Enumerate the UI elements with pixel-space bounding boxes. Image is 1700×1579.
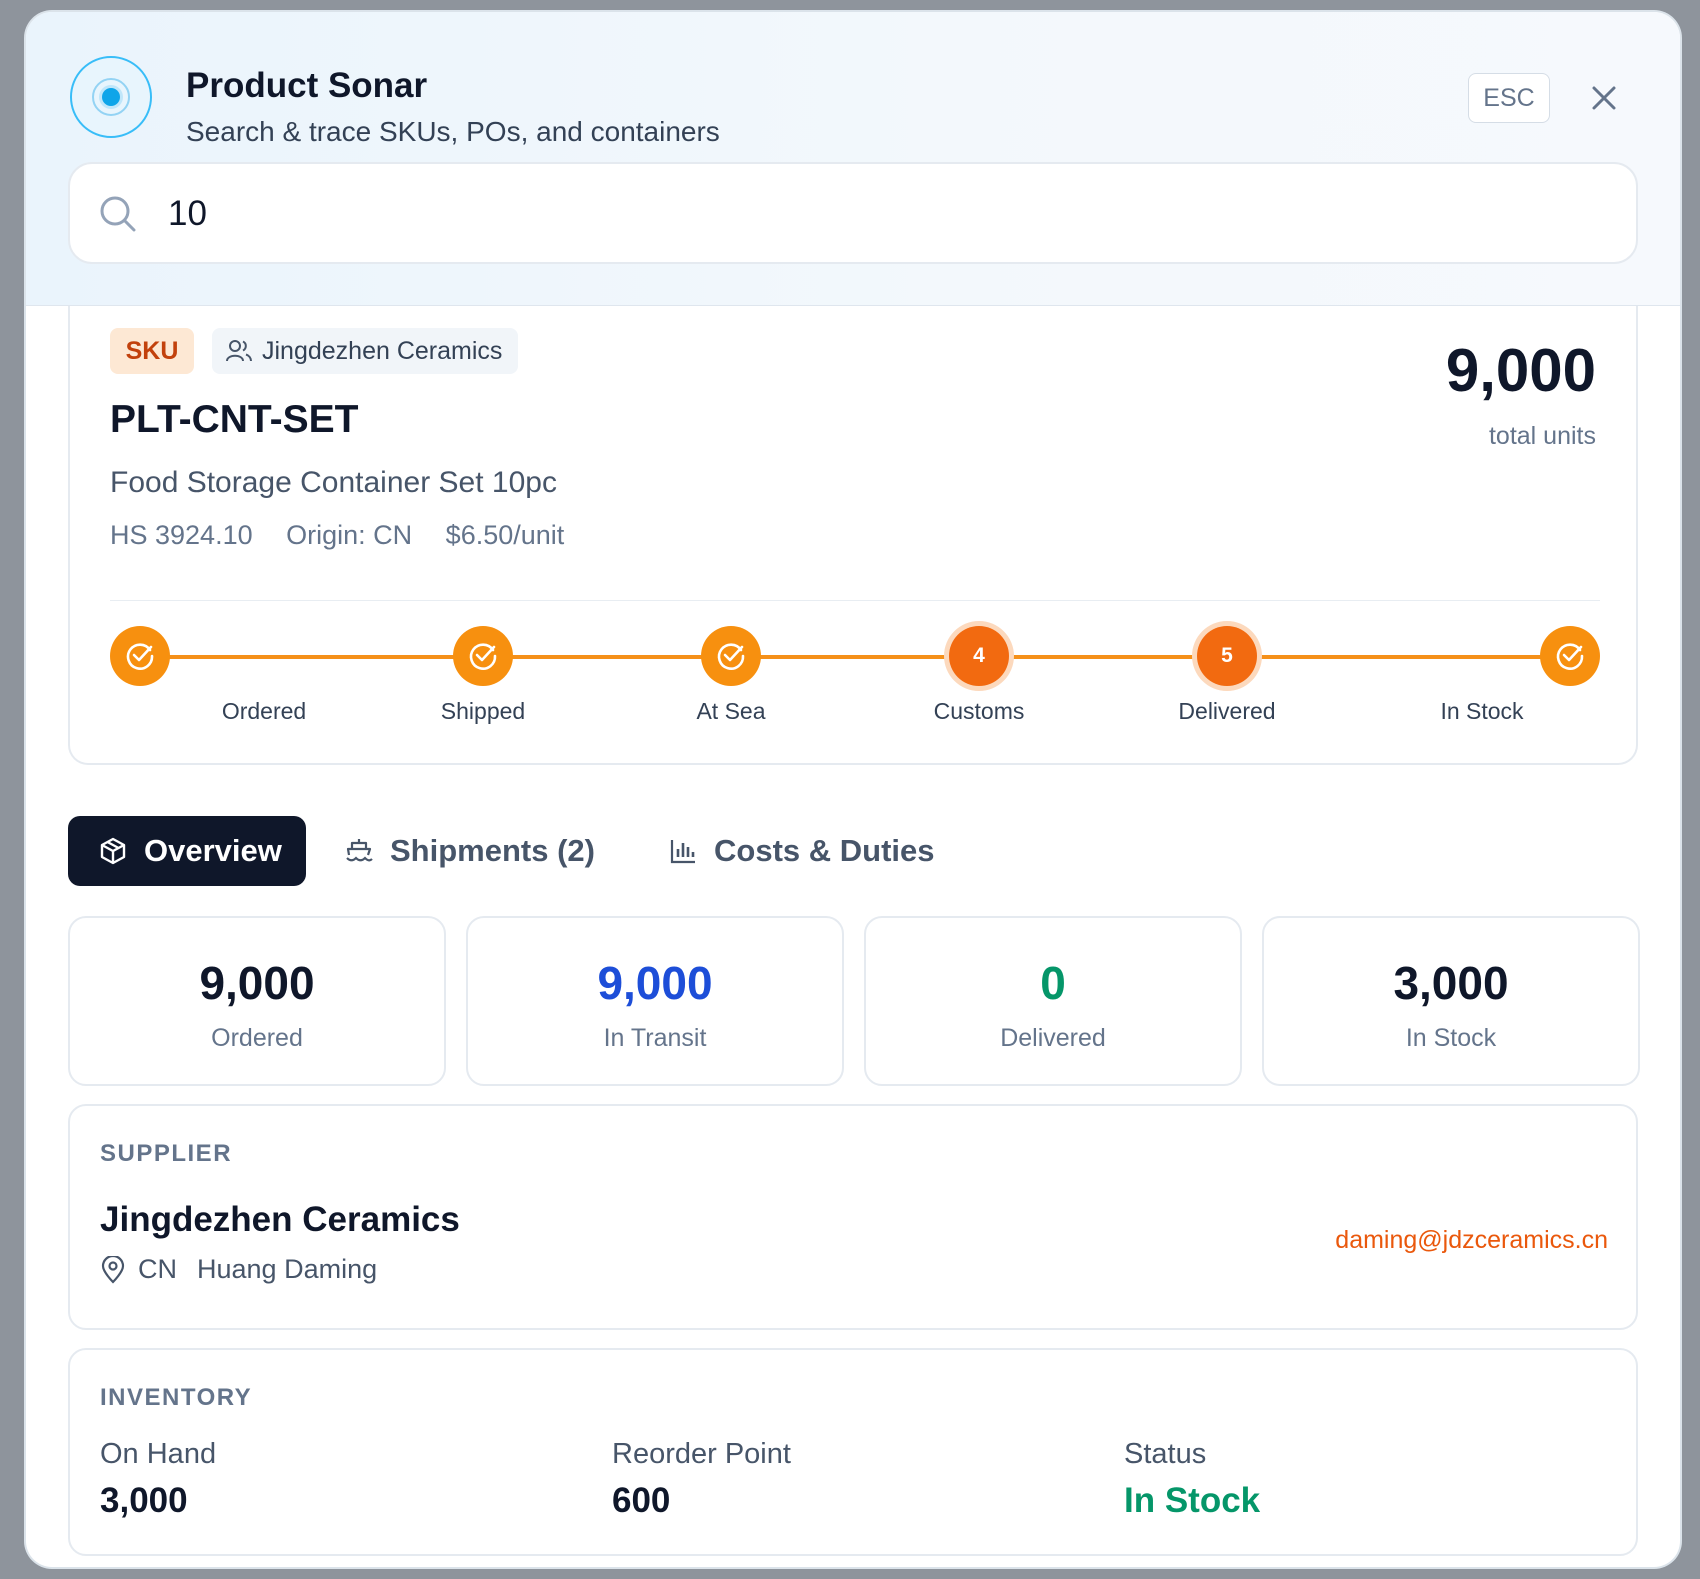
check-circle-icon [1540, 626, 1600, 686]
close-icon [1592, 86, 1616, 110]
inventory-status: Status In Stock [1124, 1438, 1260, 1521]
app-subtitle: Search & trace SKUs, POs, and containers [186, 116, 720, 147]
product-name: Food Storage Container Set 10pc [110, 466, 557, 499]
ship-icon [346, 839, 373, 862]
timeline-step-label: Ordered [221, 698, 307, 724]
bar-chart-icon [670, 840, 695, 864]
stat-label: Delivered [1000, 1024, 1106, 1052]
tab-label: Costs & Duties [714, 833, 935, 868]
check-circle-icon [110, 626, 170, 686]
type-badge: SKU [110, 328, 194, 374]
hs-code: HS 3924.10 [110, 520, 253, 550]
tab-label: Shipments (2) [390, 833, 595, 868]
step-number: 4 [949, 626, 1009, 686]
search-icon [100, 196, 136, 232]
product-meta: HS 3924.10 Origin: CN $6.50/unit [110, 520, 590, 551]
search-input[interactable] [168, 186, 1608, 242]
search-box[interactable] [68, 162, 1638, 264]
map-pin-icon [101, 1255, 125, 1284]
stat-ordered: 9,000 Ordered [68, 916, 446, 1086]
inventory-status-value: In Stock [1124, 1481, 1261, 1520]
app-title: Product Sonar [186, 66, 428, 105]
origin: Origin: CN [286, 520, 413, 550]
supplier-country: CN [138, 1254, 177, 1284]
supplier-location: CN Huang Daming [100, 1254, 377, 1285]
timeline-step-label: At Sea [696, 698, 766, 724]
stat-value: 3,000 [1393, 957, 1509, 1009]
supplier-email-link[interactable]: daming@jdzceramics.cn [1335, 1226, 1608, 1255]
unit-price: $6.50/unit [445, 520, 565, 550]
inventory-label: On Hand [100, 1438, 217, 1470]
esc-key-hint: ESC [1468, 73, 1550, 123]
close-button[interactable] [1586, 80, 1622, 116]
stat-label: In Stock [1405, 1024, 1497, 1052]
product-sonar-modal: Product Sonar Search & trace SKUs, POs, … [26, 12, 1680, 1567]
tab-overview[interactable]: Overview [68, 816, 306, 886]
stat-label: In Transit [603, 1024, 707, 1052]
timeline-step-label: Customs [933, 698, 1025, 724]
timeline-step-label: Shipped [440, 698, 526, 724]
inventory-value: 600 [612, 1481, 671, 1520]
total-units-label: total units [1488, 422, 1596, 450]
divider [110, 600, 1600, 601]
stat-value: 9,000 [199, 957, 315, 1009]
check-circle-icon [453, 626, 513, 686]
stat-value: 9,000 [597, 957, 713, 1009]
inventory-value: 3,000 [100, 1481, 188, 1520]
shipment-timeline: Ordered Shipped At Sea 4 Customs 5 Deliv… [110, 626, 1600, 736]
supplier-contact: Huang Daming [197, 1254, 378, 1284]
inventory-reorder-point: Reorder Point 600 [612, 1438, 791, 1521]
tab-costs-duties[interactable]: Costs & Duties [654, 816, 934, 886]
timeline-track [140, 655, 1570, 659]
stat-value: 0 [1040, 957, 1066, 1009]
supplier-name: Jingdezhen Ceramics [100, 1200, 460, 1239]
timeline-step-label: In Stock [1440, 698, 1524, 724]
stat-delivered: 0 Delivered [864, 916, 1242, 1086]
product-card[interactable]: SKU Jingdezhen Ceramics PLT-CNT-SET Food… [68, 306, 1638, 765]
timeline-step-label: Delivered [1178, 698, 1276, 724]
stat-in-stock: 3,000 In Stock [1262, 916, 1640, 1086]
tab-label: Overview [144, 833, 282, 868]
tab-shipments[interactable]: Shipments (2) [326, 816, 595, 886]
supplier-badge-label: Jingdezhen Ceramics [262, 337, 503, 365]
users-icon [226, 340, 252, 362]
inventory-on-hand: On Hand 3,000 [100, 1438, 216, 1521]
section-title: SUPPLIER [100, 1140, 233, 1167]
check-circle-icon [701, 626, 761, 686]
supplier-badge: Jingdezhen Ceramics [212, 328, 519, 374]
sku-code: PLT-CNT-SET [110, 398, 359, 441]
stat-in-transit: 9,000 In Transit [466, 916, 844, 1086]
section-title: INVENTORY [100, 1384, 253, 1411]
box-icon [100, 837, 126, 865]
stat-label: Ordered [211, 1024, 303, 1052]
total-units: 9,000 [1445, 337, 1596, 404]
sonar-icon [70, 56, 152, 138]
inventory-section: INVENTORY On Hand 3,000 Reorder Point 60… [68, 1348, 1638, 1556]
step-number: 5 [1197, 626, 1257, 686]
supplier-section: SUPPLIER Jingdezhen Ceramics CN Huang Da… [68, 1104, 1638, 1330]
modal-header: Product Sonar Search & trace SKUs, POs, … [26, 12, 1680, 306]
inventory-label: Reorder Point [612, 1438, 791, 1470]
inventory-label: Status [1124, 1438, 1207, 1470]
